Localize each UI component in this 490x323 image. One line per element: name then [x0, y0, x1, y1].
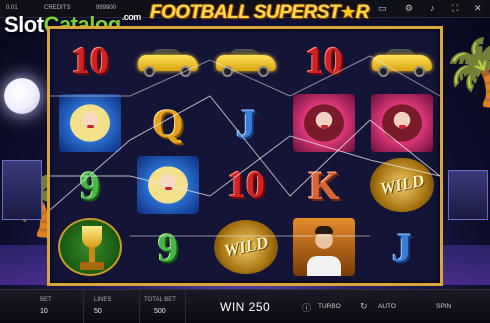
- reel-symbol: 9: [132, 217, 204, 277]
- credits-value: 999900: [96, 5, 117, 11]
- sound-icon[interactable]: ♪: [430, 3, 435, 13]
- coin-value[interactable]: 0.01: [6, 5, 18, 11]
- minimize-icon[interactable]: ▭: [378, 3, 387, 14]
- symbol-q: Q: [152, 100, 184, 146]
- bet-label: BET: [40, 297, 52, 303]
- spin-button[interactable]: SPIN: [436, 303, 451, 310]
- lines-panel[interactable]: LINES 50: [84, 290, 140, 323]
- reel-symbol: [288, 217, 360, 277]
- reel-1: 10 9: [52, 29, 128, 283]
- bet-panel[interactable]: BET 10: [0, 290, 84, 323]
- reel-symbol: 10: [210, 155, 282, 215]
- woman-blonde-icon: [59, 94, 121, 152]
- moon-icon: [4, 78, 40, 114]
- wild-label: WILD: [378, 170, 426, 199]
- symbol-j: J: [392, 224, 412, 270]
- wild-label: WILD: [222, 232, 270, 261]
- palm-tree-icon: 🌴: [440, 36, 490, 108]
- turbo-button[interactable]: TURBO: [318, 303, 341, 310]
- info-icon[interactable]: ⓘ: [302, 301, 311, 314]
- sports-car-icon: [214, 47, 278, 77]
- symbol-10: 10: [71, 40, 109, 82]
- win-display: WIN 250: [220, 300, 271, 314]
- reel-symbol: [366, 31, 438, 91]
- logo-text-part2: R: [355, 2, 370, 23]
- watermark-com: .com: [121, 12, 142, 22]
- background-building: [448, 170, 488, 220]
- reels-frame: 10 9 Q 9 J 10 WILD 10 K WILD J: [47, 26, 443, 286]
- reel-4: 10 K: [286, 29, 362, 283]
- reel-symbol: 9: [54, 155, 126, 215]
- close-icon[interactable]: ✕: [474, 3, 482, 14]
- watermark-slot: Slot: [4, 12, 44, 37]
- reel-symbol: J: [210, 93, 282, 153]
- bet-value: 10: [40, 308, 48, 315]
- symbol-j: J: [236, 100, 256, 146]
- sports-car-icon: [370, 47, 434, 77]
- reel-2: Q9: [130, 29, 206, 283]
- reel-symbol: Q: [132, 93, 204, 153]
- fullscreen-icon[interactable]: ⛶: [452, 3, 458, 14]
- symbol-9: 9: [80, 162, 100, 208]
- total-bet-value: 500: [154, 308, 166, 315]
- game-logo: FOOTBALL SUPERST★R: [150, 2, 369, 24]
- reel-symbol: WILD: [366, 155, 438, 215]
- logo-star-icon: ★: [340, 2, 356, 22]
- bottom-bar: BET 10 LINES 50 TOTAL BET 500 WIN 250 ⓘ …: [0, 289, 490, 323]
- symbol-10: 10: [305, 40, 343, 82]
- logo-text-part1: FOOTBALL SUPERST: [150, 2, 341, 23]
- woman-red-icon: [293, 94, 355, 152]
- reel-symbol: [210, 31, 282, 91]
- wild-ball-icon: WILD: [370, 158, 434, 212]
- reel-symbol: [54, 217, 126, 277]
- reel-3: J 10 WILD: [208, 29, 284, 283]
- woman-blonde-icon: [137, 156, 199, 214]
- symbol-9: 9: [158, 224, 178, 270]
- auto-button[interactable]: AUTO: [378, 303, 396, 310]
- settings-icon[interactable]: ⚙: [405, 3, 413, 14]
- credits-label: CREDITS: [44, 5, 71, 11]
- reel-symbol: 10: [54, 31, 126, 91]
- wild-ball-icon: WILD: [214, 220, 278, 274]
- arrow-icon[interactable]: ↻: [360, 301, 368, 312]
- reel-symbol: [132, 155, 204, 215]
- reel-symbol: [288, 93, 360, 153]
- lines-value: 50: [94, 308, 102, 315]
- lines-label: LINES: [94, 297, 112, 303]
- trophy-icon: [58, 218, 122, 276]
- reel-symbol: J: [366, 217, 438, 277]
- reel-symbol: [132, 31, 204, 91]
- football-player-icon: [293, 218, 355, 276]
- reel-symbol: K: [288, 155, 360, 215]
- symbol-k: K: [308, 162, 340, 208]
- reel-symbol: [366, 93, 438, 153]
- total-bet-panel: TOTAL BET 500: [140, 290, 186, 323]
- symbol-10: 10: [227, 164, 265, 206]
- reel-symbol: [54, 93, 126, 153]
- reel-symbol: 10: [288, 31, 360, 91]
- reel-5: WILD J: [364, 29, 440, 283]
- background-building: [2, 160, 42, 220]
- reel-symbol: WILD: [210, 217, 282, 277]
- sports-car-icon: [136, 47, 200, 77]
- total-bet-label: TOTAL BET: [144, 297, 176, 303]
- woman-red-icon: [371, 94, 433, 152]
